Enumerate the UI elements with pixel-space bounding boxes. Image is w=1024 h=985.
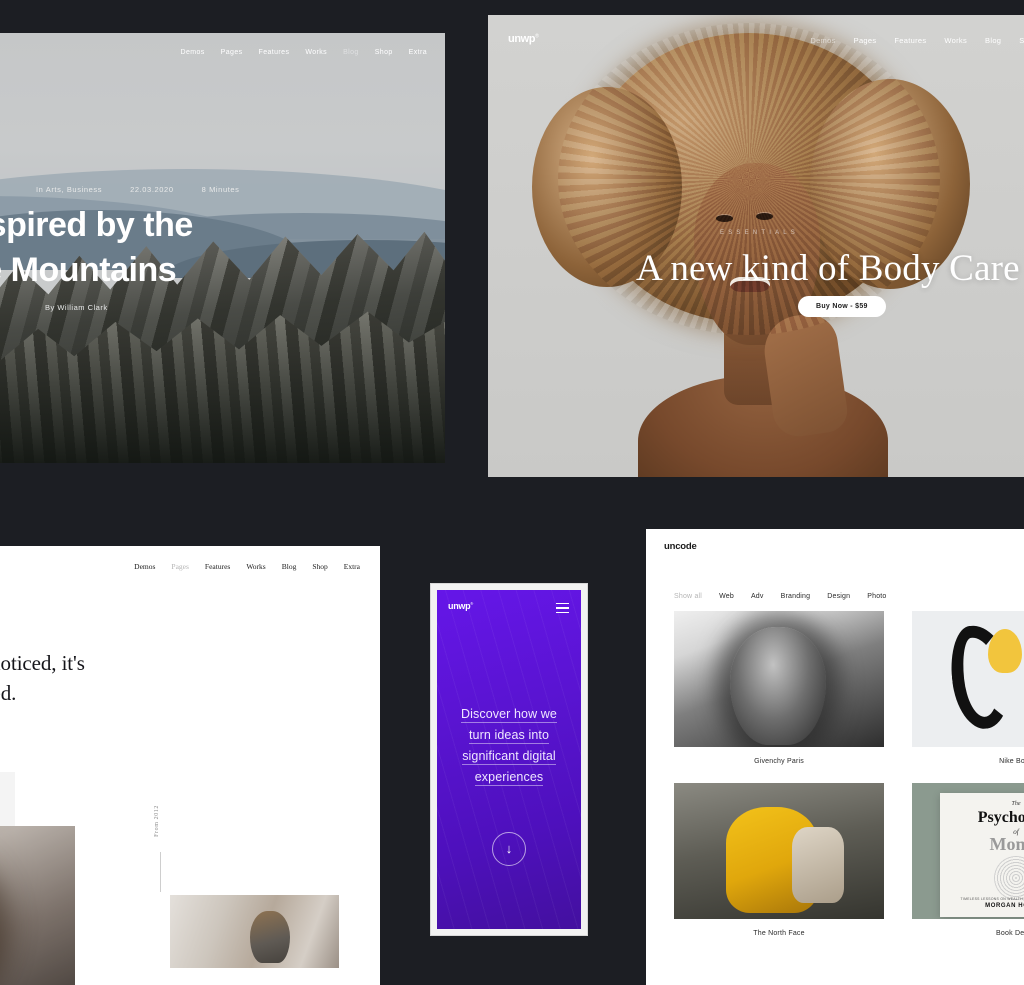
editorial-photo-studio (170, 895, 339, 968)
nav-item-features[interactable]: Features (894, 36, 926, 45)
blog-categories: In Arts, Business (36, 185, 103, 194)
filter-show-all[interactable]: Show all (674, 593, 702, 600)
blog-meta: In Arts, Business 22.03.2020 8 Minutes (36, 185, 240, 194)
book-subtitle: TIMELESS LESSONS ON WEALTH, GREED AND HA… (960, 897, 1024, 901)
filter-branding[interactable]: Branding (781, 593, 811, 600)
nav-item-demos[interactable]: Demos (810, 36, 835, 45)
phone-headline-line-1: Discover how we (461, 707, 557, 723)
editorial-photo-portrait (0, 826, 75, 985)
filter-photo[interactable]: Photo (867, 593, 886, 600)
unwp-logo[interactable]: unwp® (448, 601, 473, 611)
blog-author: By William Clark (45, 303, 108, 312)
unwp-logo-text: unwp (448, 601, 471, 611)
hamburger-icon[interactable] (556, 603, 569, 616)
unwp-logo-text: unwp (508, 33, 536, 45)
book-cover-graphic (994, 856, 1024, 900)
beauty-eyebrow: ESSENTIALS (720, 230, 800, 236)
portfolio-filters[interactable]: Show all Web Adv Branding Design Photo (674, 593, 887, 600)
beauty-nav[interactable]: Demos Pages Features Works Blog Shop Ext… (810, 36, 1024, 45)
unwp-logo[interactable]: unwp® (508, 33, 539, 45)
portfolio-image-book-design[interactable]: The Psychology of Money TIMELESS LESSONS… (912, 783, 1024, 919)
nav-item-works[interactable]: Works (246, 562, 265, 571)
phone-mockup: unwp® Discover how we turn ideas into si… (430, 583, 588, 936)
portfolio-grid: Givenchy Paris Nike Boost The North Face (674, 611, 1024, 945)
nav-item-extra[interactable]: Extra (409, 49, 427, 56)
book-cover: The Psychology of Money TIMELESS LESSONS… (940, 793, 1024, 917)
nav-item-shop[interactable]: Shop (375, 49, 393, 56)
book-author: MORGAN HOUSEL (985, 903, 1024, 909)
nav-item-extra[interactable]: Extra (344, 562, 360, 571)
portfolio-caption: Givenchy Paris (754, 758, 804, 765)
quote-line-1: ance is not being noticed, it's (0, 651, 85, 675)
nav-item-shop[interactable]: Shop (312, 562, 327, 571)
portfolio-caption: The North Face (753, 930, 805, 937)
nav-item-blog[interactable]: Blog (985, 36, 1001, 45)
phone-headline-line-4: experiences (474, 770, 544, 786)
decorative-block (0, 772, 15, 826)
vertical-rule (160, 852, 161, 892)
backpack-shape (792, 827, 844, 903)
portfolio-item[interactable]: The North Face (674, 783, 884, 945)
quote-nav[interactable]: Demos Pages Features Works Blog Shop Ext… (134, 562, 360, 571)
from-year-label: From 2012 (154, 805, 160, 837)
filter-web[interactable]: Web (719, 593, 734, 600)
portfolio-caption: Book Design (996, 930, 1024, 937)
yellow-accent-shape (988, 629, 1022, 673)
portfolio-image-givenchy[interactable] (674, 611, 884, 747)
phone-screen: unwp® Discover how we turn ideas into si… (437, 590, 581, 929)
quote-line-2: t being remembered. (0, 681, 17, 706)
book-title-line-2: Psychology (977, 809, 1024, 826)
book-title-line-1: The (1011, 801, 1021, 807)
portfolio-image-north-face[interactable] (674, 783, 884, 919)
nav-item-demos[interactable]: Demos (134, 562, 155, 571)
blog-title-line-2: ty of the Mountains (0, 251, 177, 290)
quote-text: ance is not being noticed, it's t being … (0, 648, 285, 709)
nav-item-pages[interactable]: Pages (221, 49, 243, 56)
blog-title: yday inspired by the ty of the Mountains (0, 203, 344, 293)
portfolio-item[interactable]: The Psychology of Money TIMELESS LESSONS… (912, 783, 1024, 945)
nav-item-blog[interactable]: Blog (343, 49, 359, 56)
blog-read-time: 8 Minutes (201, 185, 240, 194)
beauty-title: A new kind of Body Care (636, 248, 1020, 289)
nav-item-features[interactable]: Features (205, 562, 230, 571)
nav-item-demos[interactable]: Demos (180, 49, 204, 56)
portfolio-item[interactable]: Nike Boost (912, 611, 1024, 773)
filter-adv[interactable]: Adv (751, 593, 764, 600)
nav-item-shop[interactable]: Shop (1019, 36, 1024, 45)
nav-item-features[interactable]: Features (259, 49, 290, 56)
nav-item-works[interactable]: Works (944, 36, 967, 45)
phone-headline: Discover how we turn ideas into signific… (447, 704, 571, 788)
nav-item-works[interactable]: Works (305, 49, 327, 56)
beauty-hero-card: unwp® Demos Pages Features Works Blog Sh… (488, 15, 1024, 477)
phone-headline-line-3: significant digital (462, 749, 556, 765)
screenshot-canvas: Demos Pages Features Works Blog Shop Ext… (0, 0, 1024, 985)
nav-item-pages[interactable]: Pages (171, 562, 189, 571)
book-title-line-4: Money (989, 834, 1024, 854)
blog-hero-card: Demos Pages Features Works Blog Shop Ext… (0, 33, 445, 463)
portfolio-caption: Nike Boost (999, 758, 1024, 765)
phone-headline-line-2: turn ideas into (468, 728, 550, 744)
blog-nav[interactable]: Demos Pages Features Works Blog Shop Ext… (180, 49, 427, 56)
registered-mark-icon: ® (470, 601, 473, 606)
buy-now-button[interactable]: Buy Now - $59 (798, 296, 886, 317)
uncode-logo[interactable]: uncode (664, 541, 697, 552)
blog-date: 22.03.2020 (130, 185, 174, 194)
nav-item-blog[interactable]: Blog (282, 562, 297, 571)
registered-mark-icon: ® (535, 33, 539, 40)
filter-design[interactable]: Design (827, 593, 850, 600)
nav-item-pages[interactable]: Pages (854, 36, 877, 45)
portfolio-image-nike[interactable] (912, 611, 1024, 747)
scroll-down-icon[interactable]: ↓ (492, 832, 526, 866)
portfolio-card: uncode Show all Web Adv Branding Design … (646, 529, 1024, 985)
portfolio-item[interactable]: Givenchy Paris (674, 611, 884, 773)
blog-title-line-1: yday inspired by the (0, 206, 193, 244)
